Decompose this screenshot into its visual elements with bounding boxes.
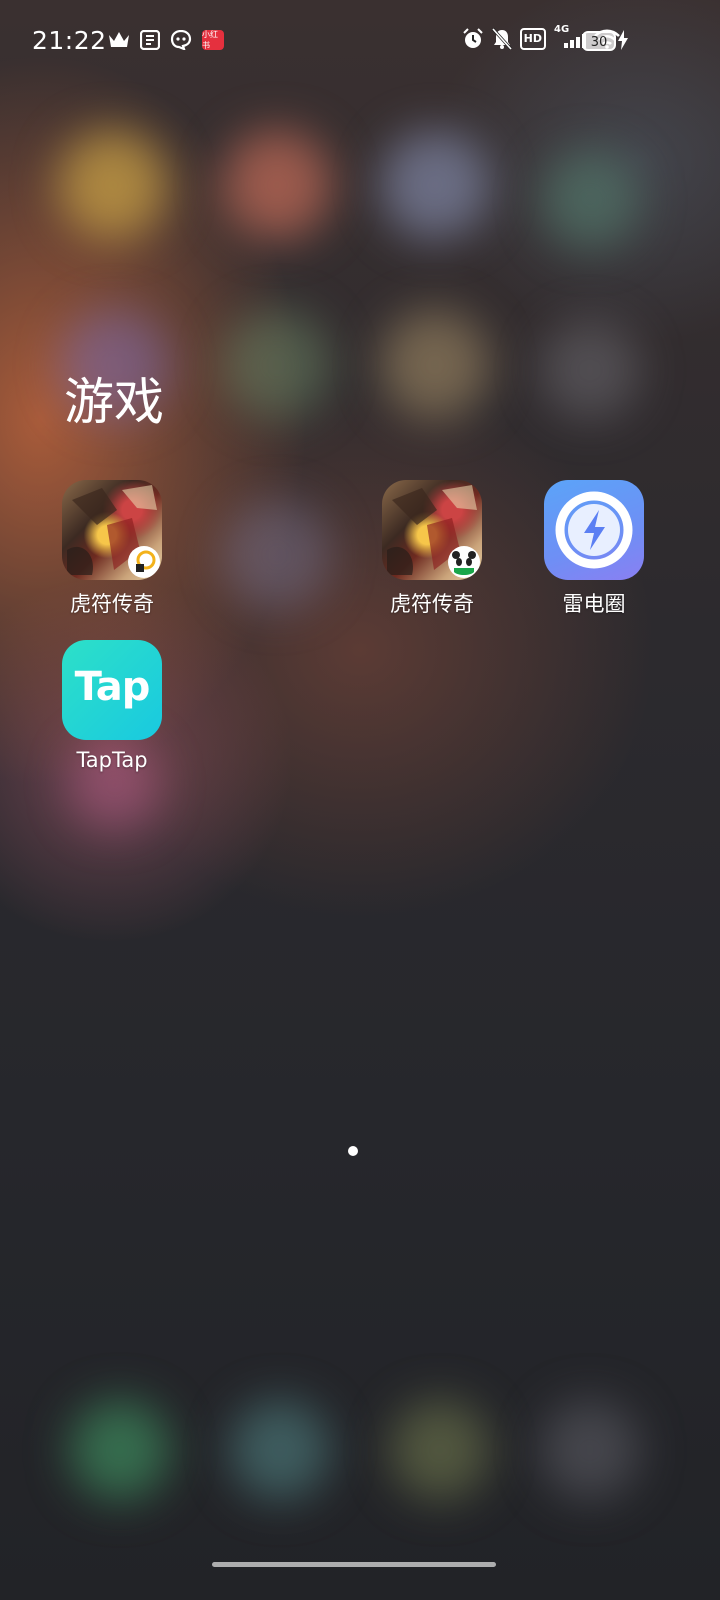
notification-icons: 小红书 [108, 30, 224, 50]
charging-icon [618, 30, 628, 54]
taptap-icon-text: Tap [74, 664, 151, 710]
app-leidianquan[interactable]: 雷电圈 [524, 480, 664, 618]
hd-icon: HD [519, 28, 546, 50]
game-dragon-icon [382, 480, 482, 580]
app-hufu-chuanqi-2[interactable]: 虎符传奇 [362, 480, 502, 618]
book-app-icon [140, 30, 160, 50]
app-hufu-chuanqi-1[interactable]: 虎符传奇 [42, 480, 182, 618]
crown-icon [108, 31, 130, 49]
home-gesture-bar[interactable] [212, 1562, 496, 1567]
taptap-icon: Tap [62, 640, 162, 740]
game-dragon-icon [62, 480, 162, 580]
app-label: 雷电圈 [562, 592, 626, 616]
blurred-wallpaper [0, 0, 720, 1600]
lightning-ring-icon [544, 480, 644, 580]
app-label: TapTap [76, 748, 148, 772]
battery-indicator: 30 [582, 31, 616, 51]
status-bar: 21:22 小红书 HD 4G 30 [0, 0, 720, 84]
page-indicator-dot [348, 1146, 358, 1156]
app-label: 虎符传奇 [390, 592, 474, 616]
red-app-icon: 小红书 [202, 30, 224, 50]
status-time: 21:22 [32, 26, 107, 55]
app-taptap[interactable]: Tap TapTap [42, 640, 182, 772]
yellow-p-badge [128, 546, 160, 578]
folder-title[interactable]: 游戏 [64, 362, 164, 434]
app-label: 虎符传奇 [70, 592, 154, 616]
mute-bell-icon [491, 28, 512, 50]
panda-badge [448, 546, 480, 578]
chat-bubble-icon [170, 30, 192, 50]
alarm-icon [462, 28, 484, 50]
